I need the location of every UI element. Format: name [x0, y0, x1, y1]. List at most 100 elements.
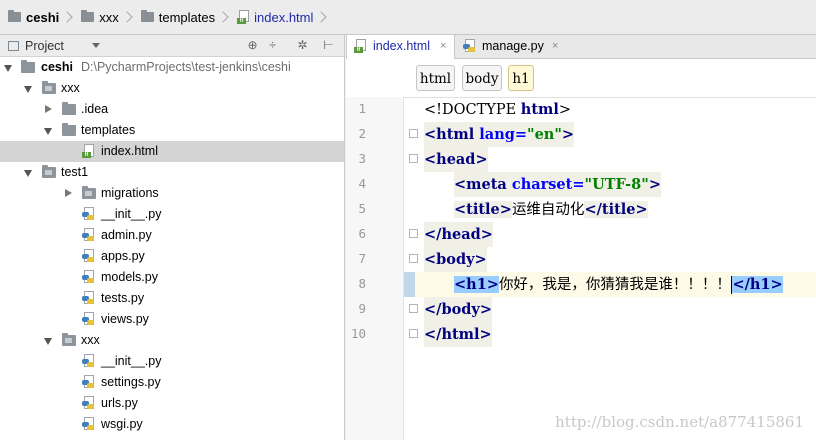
line-number-gutter: 1 2 3 4 5 6 7 8 9 10 — [346, 97, 404, 440]
tab-index-html[interactable]: H index.html × — [346, 35, 455, 59]
tag-path-bar: html body h1 — [346, 59, 816, 98]
tag-path-h1[interactable]: h1 — [508, 65, 534, 91]
tree-item-admin-py[interactable]: admin.py — [0, 225, 344, 246]
breadcrumb-templates[interactable]: templates — [140, 0, 237, 34]
chevron-right-icon — [61, 11, 73, 23]
tree-item-apps-py[interactable]: apps.py — [0, 246, 344, 267]
line-number: 2 — [358, 126, 366, 141]
html-file-icon: H — [237, 10, 250, 24]
collapse-arrow-icon[interactable] — [65, 189, 72, 197]
breadcrumb-xxx[interactable]: xxx — [81, 0, 141, 34]
python-file-icon — [82, 228, 96, 243]
line-number: 8 — [358, 276, 366, 291]
expand-arrow-icon[interactable] — [24, 86, 32, 93]
tree-item-index-html[interactable]: H index.html — [0, 141, 344, 162]
code-line-8: <h1>你好，我是，你猜猜我是谁！！！！ </h1> — [454, 276, 783, 294]
tag-path-html[interactable]: html — [416, 65, 455, 91]
python-file-icon — [82, 396, 96, 411]
line-number: 10 — [350, 326, 366, 341]
tree-item-templates[interactable]: templates — [0, 120, 344, 141]
tree-item-migrations[interactable]: migrations — [0, 183, 344, 204]
line-number: 6 — [358, 226, 366, 241]
matched-tag-open: <h1> — [454, 276, 499, 293]
html-file-icon: H — [82, 144, 96, 159]
code-line-10: </html> — [424, 322, 492, 347]
tree-item-xxx-package[interactable]: xxx — [0, 330, 344, 351]
tree-item-test1[interactable]: test1 — [0, 162, 344, 183]
hide-panel-icon[interactable]: ⊢ — [321, 38, 336, 53]
folder-icon — [62, 123, 76, 136]
code-line-1: <!DOCTYPE html> — [424, 101, 572, 118]
tree-item-wsgi-py[interactable]: wsgi.py — [0, 414, 344, 435]
fold-icon[interactable] — [409, 329, 418, 338]
expand-arrow-icon[interactable] — [44, 338, 52, 345]
folder-icon — [42, 81, 56, 94]
python-file-icon — [463, 39, 477, 54]
close-tab-icon[interactable]: × — [440, 35, 446, 58]
python-file-icon — [82, 354, 96, 369]
code-editor[interactable]: html body h1 1 2 3 4 5 6 7 8 9 10 <!DOCT… — [346, 59, 816, 440]
python-file-icon — [82, 249, 96, 264]
fold-icon[interactable] — [409, 304, 418, 313]
python-file-icon — [82, 291, 96, 306]
folder-icon — [81, 10, 95, 22]
chevron-right-icon — [217, 11, 229, 23]
line-number: 9 — [358, 301, 366, 316]
editor-tabs: H index.html × manage.py × — [346, 35, 816, 59]
expand-arrow-icon[interactable] — [24, 170, 32, 177]
tree-item-tests-py[interactable]: tests.py — [0, 288, 344, 309]
project-icon — [8, 40, 19, 51]
python-file-icon — [82, 312, 96, 327]
breadcrumb-index-html[interactable]: H index.html — [237, 0, 335, 34]
code-line-4: <meta charset="UTF-8"> — [454, 172, 661, 197]
gutter-caret-marker — [404, 272, 415, 297]
dropdown-arrow-icon[interactable] — [91, 43, 100, 48]
sync-icon[interactable]: ⊕ — [245, 38, 260, 53]
line-number: 5 — [358, 201, 366, 216]
tree-item-xxx[interactable]: xxx — [0, 78, 344, 99]
tree-item-init-py[interactable]: __init__.py — [0, 204, 344, 225]
python-file-icon — [82, 417, 96, 432]
fold-icon[interactable] — [409, 129, 418, 138]
code-line-7: <body> — [424, 247, 487, 272]
python-file-icon — [82, 207, 96, 222]
breadcrumb-ceshi[interactable]: ceshi — [8, 0, 81, 34]
project-tree: ceshi D:\PycharmProjects\test-jenkins\ces… — [0, 57, 344, 435]
line-number: 4 — [358, 176, 366, 191]
tree-item-urls-py[interactable]: urls.py — [0, 393, 344, 414]
navigation-bar: ceshi xxx templates H index.html — [0, 0, 816, 35]
chevron-right-icon — [121, 11, 133, 23]
gear-icon[interactable]: ✲ — [295, 38, 310, 53]
code-line-6: </head> — [424, 222, 493, 247]
code-line-9: </body> — [424, 297, 492, 322]
python-file-icon — [82, 270, 96, 285]
python-file-icon — [82, 375, 96, 390]
html-file-icon: H — [354, 39, 367, 53]
folder-icon — [21, 60, 35, 73]
tree-item-idea[interactable]: .idea — [0, 99, 344, 120]
project-view-selector[interactable]: Project — [25, 39, 64, 53]
close-tab-icon[interactable]: × — [552, 35, 558, 58]
line-number: 3 — [358, 151, 366, 166]
fold-icon[interactable] — [409, 254, 418, 263]
line-number: 1 — [358, 101, 366, 116]
tree-item-init-py-2[interactable]: __init__.py — [0, 351, 344, 372]
folder-icon — [140, 10, 154, 22]
expand-arrow-icon[interactable] — [44, 128, 52, 135]
tab-manage-py[interactable]: manage.py × — [456, 35, 568, 59]
collapse-arrow-icon[interactable] — [45, 105, 52, 113]
expand-arrow-icon[interactable] — [4, 65, 12, 72]
folder-icon — [82, 186, 96, 199]
line-number: 7 — [358, 251, 366, 266]
collapse-icon[interactable]: ÷ — [265, 38, 280, 53]
fold-icon[interactable] — [409, 154, 418, 163]
tree-item-views-py[interactable]: views.py — [0, 309, 344, 330]
fold-icon[interactable] — [409, 229, 418, 238]
folder-icon — [62, 333, 76, 346]
tree-item-root[interactable]: ceshi D:\PycharmProjects\test-jenkins\ces… — [0, 57, 344, 78]
watermark: http://blog.csdn.net/a877415861 — [555, 413, 804, 431]
tree-item-settings-py[interactable]: settings.py — [0, 372, 344, 393]
code-area[interactable] — [346, 97, 816, 440]
tree-item-models-py[interactable]: models.py — [0, 267, 344, 288]
tag-path-body[interactable]: body — [462, 65, 502, 91]
